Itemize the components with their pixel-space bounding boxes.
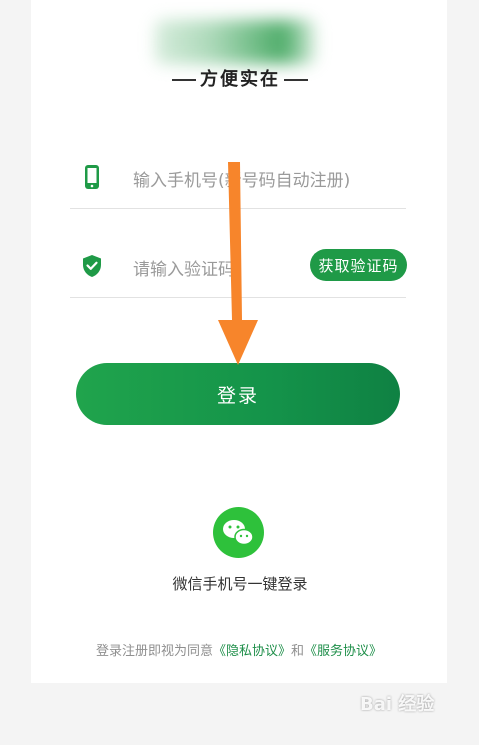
shield-check-icon [83, 255, 101, 277]
wechat-bubbles-icon [223, 520, 254, 546]
get-code-button[interactable]: 获取验证码 [310, 249, 407, 281]
phone-field[interactable]: 输入手机号(新号码自动注册) [70, 148, 406, 209]
code-input[interactable]: 请输入验证码 [133, 255, 235, 280]
phone-icon [85, 165, 99, 189]
agreement-text: 登录注册即视为同意《隐私协议》和《服务协议》 [31, 640, 447, 659]
agreement-prefix: 登录注册即视为同意 [95, 644, 213, 659]
privacy-link[interactable]: 《隐私协议》 [213, 644, 291, 659]
slogan-dash-left [172, 79, 196, 81]
app-logo [155, 20, 315, 64]
slogan-text: 方便实在 [200, 69, 280, 90]
service-link[interactable]: 《服务协议》 [304, 644, 382, 659]
wechat-icon[interactable] [213, 507, 264, 558]
slogan-dash-right [284, 79, 308, 81]
phone-input[interactable]: 输入手机号(新号码自动注册) [133, 166, 350, 191]
login-button[interactable]: 登录 [76, 363, 400, 425]
agreement-conj: 和 [291, 644, 305, 659]
slogan: 方便实在 [160, 65, 320, 91]
watermark: Bai 经验 [360, 694, 435, 715]
wechat-login-label[interactable]: 微信手机号一键登录 [140, 573, 340, 594]
